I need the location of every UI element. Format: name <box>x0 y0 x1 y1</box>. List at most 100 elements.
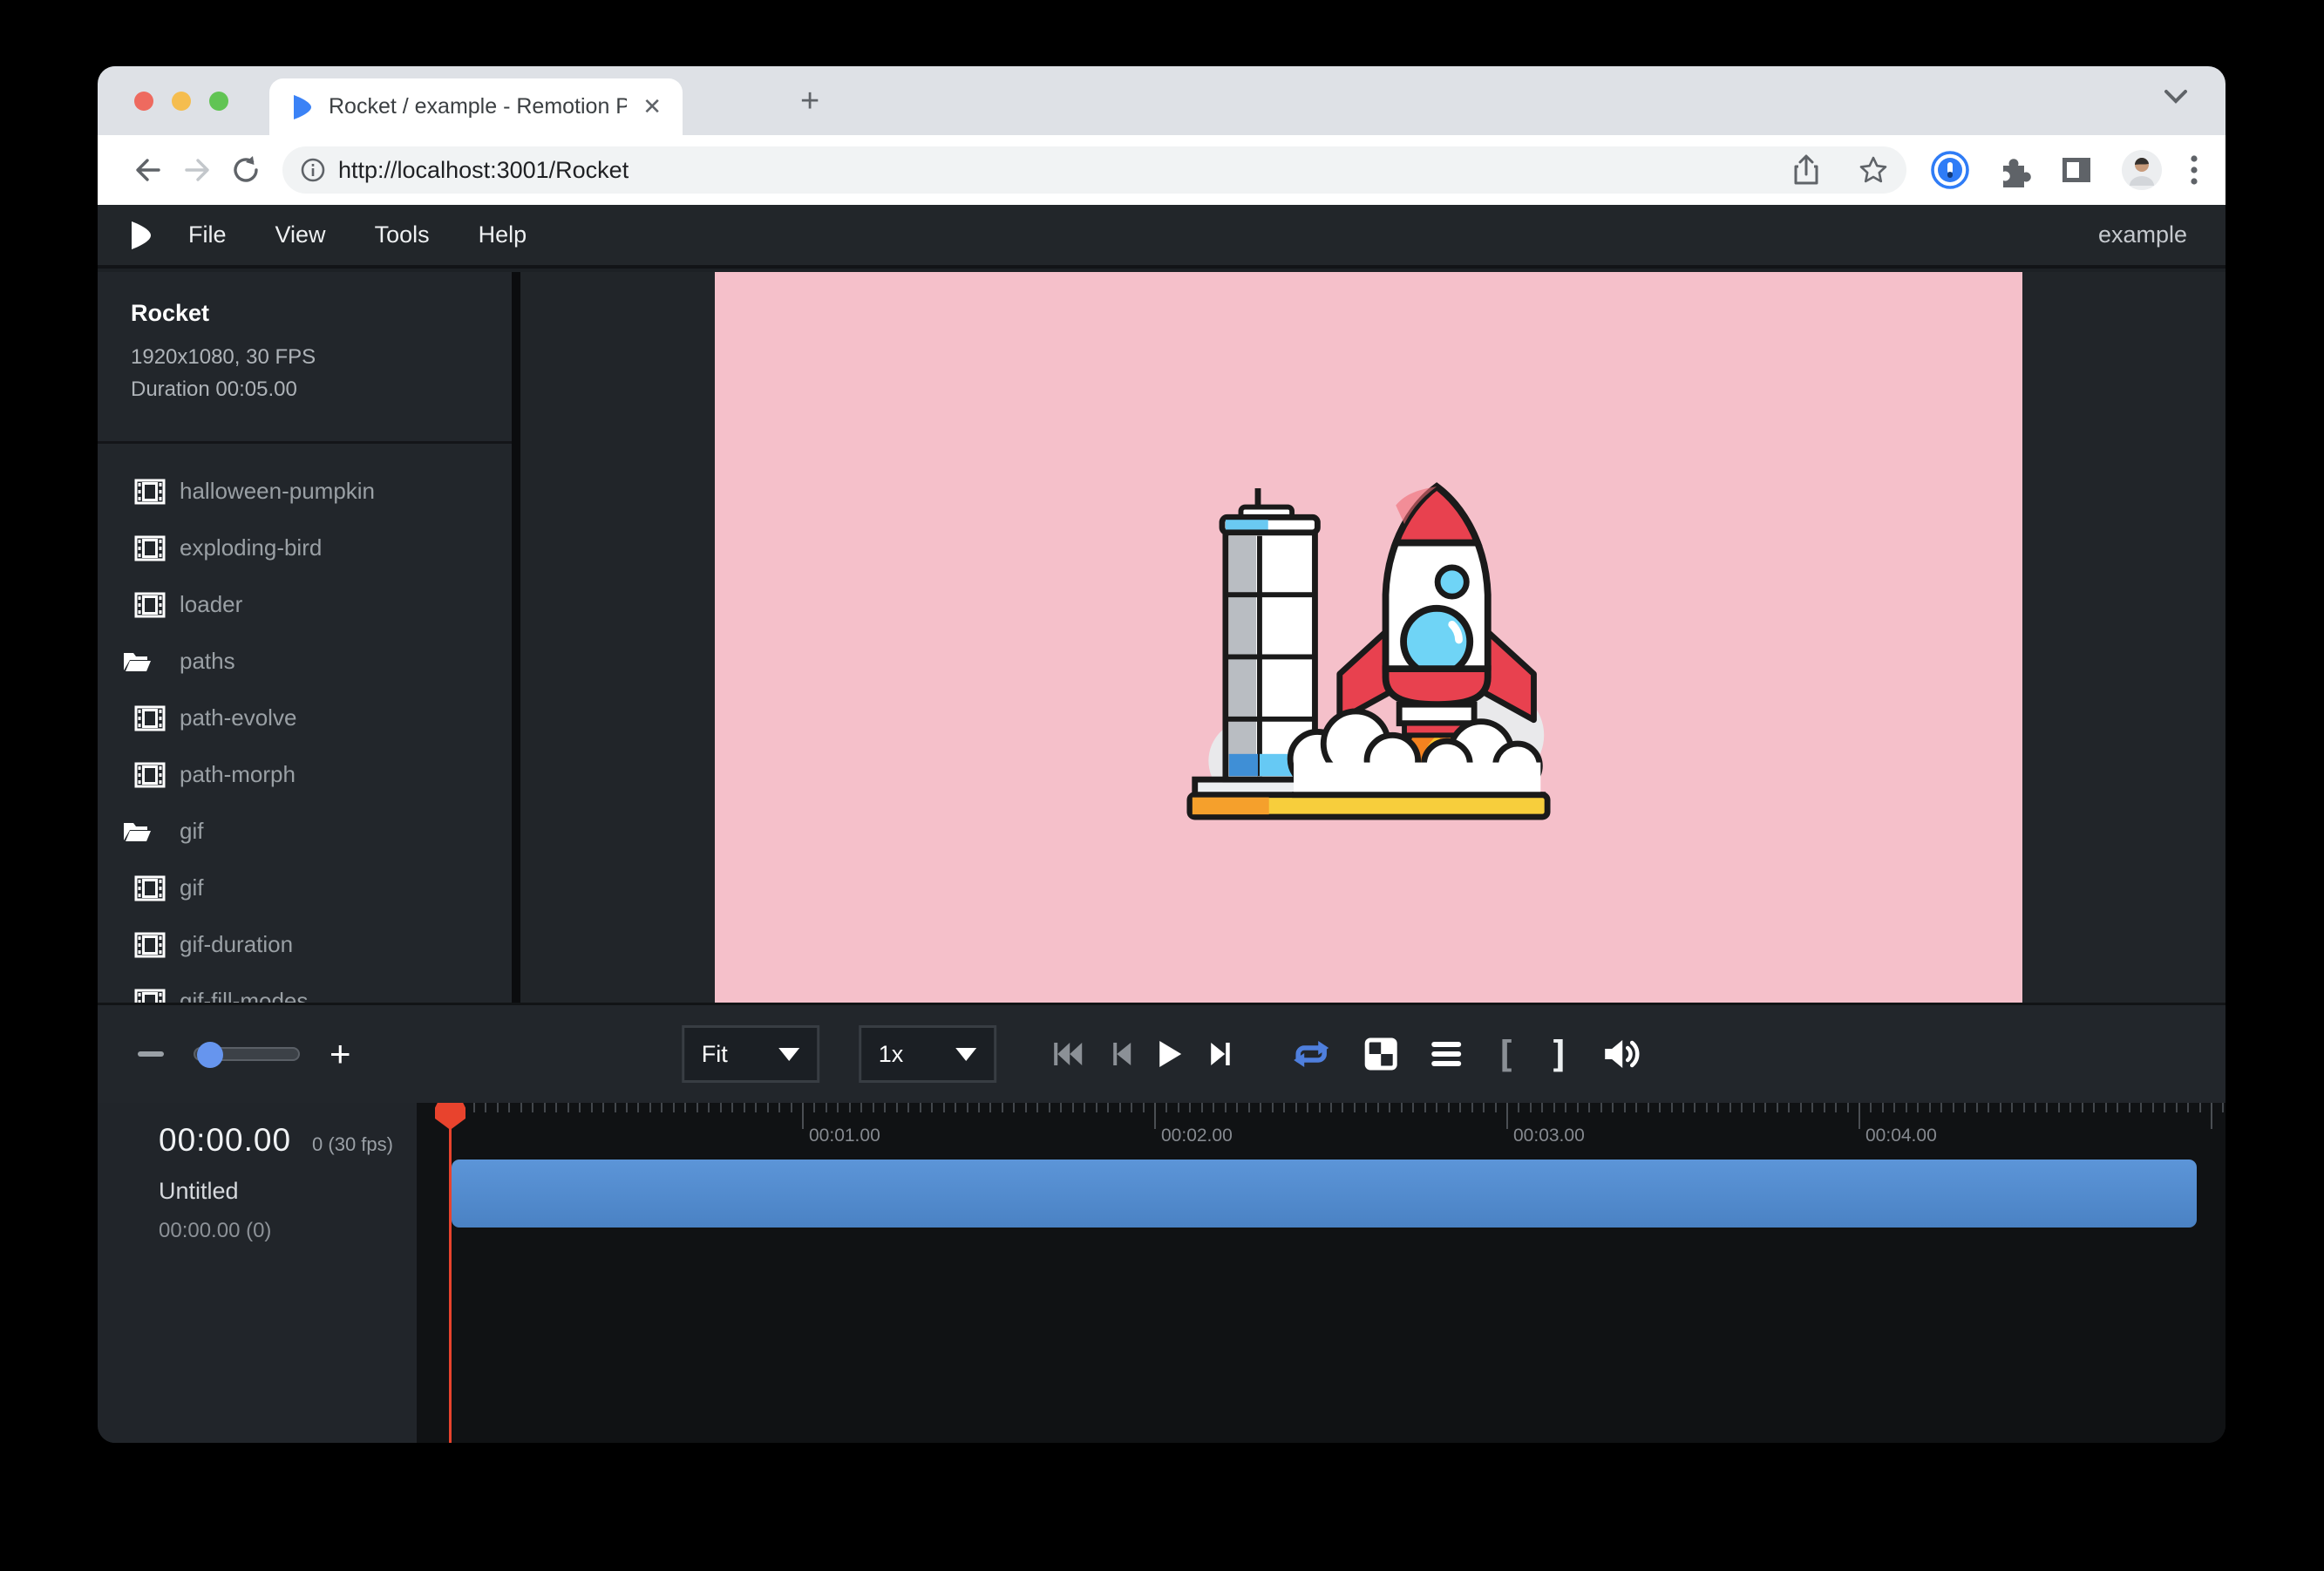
sidebar-item-gif-fill-modes[interactable]: gif-fill-modes <box>98 973 512 1003</box>
film-icon <box>134 479 180 505</box>
sidebar-folder-paths[interactable]: paths <box>98 633 512 690</box>
folder-open-icon <box>122 820 180 844</box>
sidebar-item-gif-duration[interactable]: gif-duration <box>98 916 512 973</box>
zoom-in-button[interactable]: + <box>330 1041 351 1067</box>
composition-title: Rocket <box>131 300 512 327</box>
remotion-logo-icon[interactable] <box>127 220 153 251</box>
share-icon[interactable] <box>1791 153 1821 187</box>
remotion-menubar: File View Tools Help example <box>98 205 2225 269</box>
reload-button[interactable] <box>221 146 270 194</box>
timeline-left-panel: 00:00.00 0 (30 fps) Untitled 00:00.00 (0… <box>98 1103 417 1443</box>
ruler-label-3s: 00:03.00 <box>1513 1126 1585 1146</box>
compositions-sidebar: Rocket 1920x1080, 30 FPS Duration 00:05.… <box>98 272 520 1003</box>
menu-help[interactable]: Help <box>479 221 527 248</box>
new-tab-button[interactable]: + <box>800 85 819 117</box>
sidebar-item-halloween-pumpkin[interactable]: halloween-pumpkin <box>98 463 512 520</box>
film-icon <box>134 762 180 788</box>
back-button[interactable] <box>124 146 173 194</box>
sidebar-item-label: loader <box>180 591 242 618</box>
main-area: Rocket 1920x1080, 30 FPS Duration 00:05.… <box>98 272 2225 1003</box>
film-icon <box>134 535 180 561</box>
timeline-rows-button[interactable] <box>1429 1039 1464 1069</box>
project-name-label: example <box>2098 221 2196 248</box>
sidebar-item-path-evolve[interactable]: path-evolve <box>98 690 512 746</box>
sidebar-item-label: exploding-bird <box>180 534 322 561</box>
browser-menu-icon[interactable] <box>2189 152 2199 188</box>
jump-to-end-button[interactable] <box>1206 1040 1233 1068</box>
size-select[interactable]: Fit <box>682 1025 819 1083</box>
remotion-favicon-icon <box>290 94 313 120</box>
tab-search-chevron-icon[interactable] <box>2161 87 2191 106</box>
out-point-button[interactable]: ] <box>1548 1033 1570 1076</box>
tab-close-icon[interactable]: ✕ <box>642 93 662 120</box>
sidebar-item-label: gif-duration <box>180 931 293 958</box>
track-time-label: 00:00.00 (0) <box>159 1219 417 1243</box>
menu-file[interactable]: File <box>188 221 227 248</box>
rocket-illustration <box>1181 454 1556 820</box>
playback-rate-value: 1x <box>879 1041 955 1068</box>
toolbar-actions <box>1931 149 2199 191</box>
menu-tools[interactable]: Tools <box>375 221 430 248</box>
browser-window: Rocket / example - Remotion P ✕ + http:/… <box>98 66 2225 1443</box>
sidebar-item-label: halloween-pumpkin <box>180 478 375 505</box>
timeline-ruler[interactable] <box>417 1103 2225 1443</box>
site-info-icon[interactable] <box>300 157 326 183</box>
window-controls <box>134 92 228 111</box>
frame-counter-label: 0 (30 fps) <box>312 1133 393 1156</box>
preview-pane <box>520 272 2225 1003</box>
browser-tab[interactable]: Rocket / example - Remotion P ✕ <box>269 78 683 135</box>
player-controls: + Fit 1x <box>98 1003 2225 1103</box>
loop-toggle-button[interactable] <box>1289 1037 1333 1071</box>
sequence-track-bar[interactable] <box>452 1160 2197 1228</box>
onepassword-extension-icon[interactable] <box>1931 151 1969 189</box>
menu-view[interactable]: View <box>275 221 326 248</box>
composition-list: halloween-pumpkin exploding-bird loader pat… <box>98 444 512 1003</box>
chevron-down-icon <box>778 1048 799 1061</box>
bookmark-star-icon[interactable] <box>1858 154 1889 186</box>
forward-button[interactable] <box>173 146 221 194</box>
sidebar-item-loader[interactable]: loader <box>98 576 512 633</box>
sidebar-item-exploding-bird[interactable]: exploding-bird <box>98 520 512 576</box>
sidebar-item-gif[interactable]: gif <box>98 860 512 916</box>
playback-rate-select[interactable]: 1x <box>859 1025 996 1083</box>
url-text[interactable]: http://localhost:3001/Rocket <box>338 157 1791 184</box>
url-bar[interactable]: http://localhost:3001/Rocket <box>282 146 1906 194</box>
composition-resolution: 1920x1080, 30 FPS <box>131 341 512 373</box>
side-panel-icon[interactable] <box>2058 152 2095 188</box>
timeline-track-area[interactable]: 00:01.00 00:02.00 00:03.00 00:04.00 <box>417 1103 2225 1443</box>
tab-title: Rocket / example - Remotion P <box>329 94 627 119</box>
film-icon <box>134 705 180 731</box>
timeline-zoom-slider[interactable] <box>194 1047 300 1061</box>
minimize-window-button[interactable] <box>172 92 191 111</box>
zoom-out-button[interactable] <box>138 1051 164 1057</box>
track-name-label: Untitled <box>159 1178 417 1205</box>
film-icon <box>134 932 180 958</box>
tab-strip: Rocket / example - Remotion P ✕ + <box>98 66 2225 135</box>
previous-frame-button[interactable] <box>1108 1040 1134 1068</box>
ruler-label-4s: 00:04.00 <box>1865 1126 1937 1146</box>
play-button[interactable] <box>1157 1039 1183 1069</box>
composition-info: Rocket 1920x1080, 30 FPS Duration 00:05.… <box>98 272 512 444</box>
sidebar-item-label: gif <box>180 874 203 901</box>
film-icon <box>134 592 180 618</box>
zoom-slider-thumb[interactable] <box>197 1042 223 1068</box>
sidebar-folder-gif[interactable]: gif <box>98 803 512 860</box>
extensions-puzzle-icon[interactable] <box>1995 152 2032 188</box>
preview-canvas[interactable] <box>715 272 2022 1003</box>
close-window-button[interactable] <box>134 92 153 111</box>
timeline: 00:00.00 0 (30 fps) Untitled 00:00.00 (0… <box>98 1103 2225 1443</box>
folder-open-icon <box>122 649 180 674</box>
sidebar-item-path-morph[interactable]: path-morph <box>98 746 512 803</box>
transparency-checkerboard-button[interactable] <box>1364 1037 1397 1071</box>
composition-duration: Duration 00:05.00 <box>131 373 512 405</box>
playhead-line[interactable] <box>449 1103 452 1443</box>
jump-to-start-button[interactable] <box>1050 1040 1085 1068</box>
browser-toolbar: http://localhost:3001/Rocket <box>98 135 2225 205</box>
profile-avatar[interactable] <box>2121 149 2163 191</box>
sidebar-item-label: gif-fill-modes <box>180 988 308 1003</box>
volume-button[interactable] <box>1601 1037 1641 1071</box>
current-time-label: 00:00.00 <box>159 1122 291 1159</box>
fullscreen-window-button[interactable] <box>209 92 228 111</box>
in-point-button[interactable]: [ <box>1495 1033 1517 1076</box>
film-icon <box>134 875 180 901</box>
